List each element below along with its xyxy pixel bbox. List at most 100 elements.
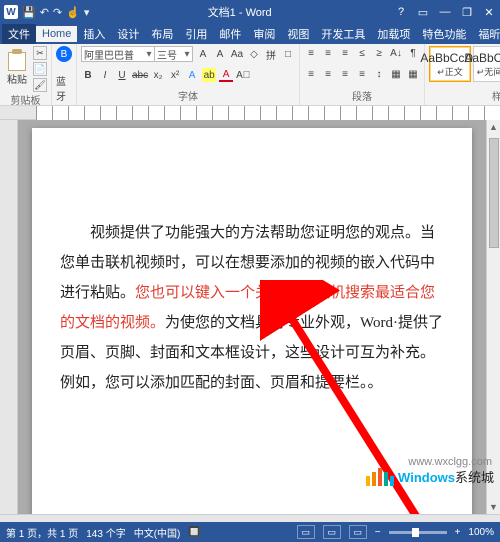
tab-special[interactable]: 特色功能	[416, 24, 472, 44]
tab-developer[interactable]: 开发工具	[315, 24, 371, 44]
close-icon[interactable]: ✕	[478, 6, 500, 19]
tab-insert[interactable]: 插入	[77, 24, 111, 44]
italic-button[interactable]: I	[98, 68, 112, 82]
bullets-button[interactable]: ≡	[304, 46, 318, 60]
bluetooth-label: 蓝牙	[56, 73, 72, 103]
tab-layout[interactable]: 布局	[145, 24, 179, 44]
watermark-text: Windows系统城	[398, 467, 494, 486]
align-center-button[interactable]: ≡	[321, 67, 335, 81]
paste-icon	[8, 52, 26, 71]
line-spacing-button[interactable]: ↕	[372, 67, 386, 81]
status-word-count[interactable]: 143 个字	[86, 525, 125, 540]
watermark-bars-icon	[366, 468, 394, 486]
phonetic-guide-button[interactable]: 拼	[264, 47, 278, 61]
restore-icon[interactable]: ❐	[456, 6, 478, 19]
font-color-button[interactable]: A	[219, 68, 233, 82]
vertical-scrollbar[interactable]: ▲ ▼	[486, 120, 500, 514]
qat-more-icon[interactable]: ▾	[84, 6, 90, 19]
bluetooth-icon[interactable]: B	[56, 46, 72, 62]
status-language[interactable]: 中文(中国)	[134, 525, 181, 540]
scroll-down-icon[interactable]: ▼	[487, 500, 500, 514]
show-marks-button[interactable]: ¶	[406, 46, 420, 60]
numbering-button[interactable]: ≡	[321, 46, 335, 60]
quick-access-toolbar: W 💾 ↶ ↷ ☝ ▾	[0, 5, 89, 19]
redo-icon[interactable]: ↷	[53, 6, 62, 19]
scroll-track[interactable]	[487, 134, 500, 500]
increase-indent-button[interactable]: ≥	[372, 46, 386, 60]
align-right-button[interactable]: ≡	[338, 67, 352, 81]
scroll-thumb[interactable]	[489, 138, 499, 248]
scroll-up-icon[interactable]: ▲	[487, 120, 500, 134]
font-name-combo[interactable]: 阿里巴巴普 ▾ 三号 ▾	[81, 46, 193, 62]
underline-button[interactable]: U	[115, 68, 129, 82]
bold-button[interactable]: B	[81, 68, 95, 82]
enclose-char-button[interactable]: A⃝	[236, 68, 250, 82]
tab-file[interactable]: 文件	[2, 24, 36, 44]
document-paragraph[interactable]: 视频提供了功能强大的方法帮助您证明您的观点。当您单击联机视频时，可以在想要添加的…	[60, 218, 444, 398]
window-title: 文档1 - Word	[89, 4, 390, 20]
group-styles-label: 样式	[429, 88, 500, 103]
view-read-mode-button[interactable]: ▭	[297, 525, 315, 539]
group-styles: AaBbCcDd ↵正文 AaBbCcDd ↵无间隔 AaBl 标题 1 ▾ 样…	[425, 44, 500, 105]
horizontal-scrollbar[interactable]	[0, 514, 500, 522]
align-justify-button[interactable]: ≡	[355, 67, 369, 81]
tab-addins[interactable]: 加载项	[371, 24, 416, 44]
clear-format-button[interactable]: ◇	[247, 47, 261, 61]
shrink-font-button[interactable]: A	[213, 47, 227, 61]
style-name: ↵无间隔	[477, 65, 500, 78]
touch-mode-icon[interactable]: ☝	[66, 6, 80, 19]
view-print-layout-button[interactable]: ▭	[323, 525, 341, 539]
tab-design[interactable]: 设计	[111, 24, 145, 44]
titlebar: W 💾 ↶ ↷ ☝ ▾ 文档1 - Word ? ▭ — ❐ ✕	[0, 0, 500, 24]
zoom-thumb[interactable]	[412, 528, 418, 537]
document-page[interactable]: 视频提供了功能强大的方法帮助您证明您的观点。当您单击联机视频时，可以在想要添加的…	[32, 128, 472, 514]
decrease-indent-button[interactable]: ≤	[355, 46, 369, 60]
highlight-button[interactable]: ab	[202, 68, 216, 82]
format-painter-icon[interactable]: 🖌	[33, 78, 47, 92]
window-controls: ? ▭ — ❐ ✕	[390, 6, 500, 19]
ribbon: 粘贴 ✂ 📄 🖌 剪贴板 B 蓝牙 阿里巴巴普 ▾ 三号 ▾ A A Aa ◇	[0, 44, 500, 106]
change-case-button[interactable]: Aa	[230, 47, 244, 61]
undo-icon[interactable]: ↶	[40, 6, 49, 19]
group-paragraph: ≡ ≡ ≡ ≤ ≥ A↓ ¶ ≡ ≡ ≡ ≡ ↕ ▦ ▦ 段落	[300, 44, 425, 105]
multilevel-list-button[interactable]: ≡	[338, 46, 352, 60]
tab-home[interactable]: Home	[36, 26, 77, 42]
zoom-in-button[interactable]: +	[455, 527, 461, 538]
chevron-down-icon: ▾	[182, 49, 192, 60]
horizontal-ruler[interactable]	[0, 106, 500, 120]
tab-references[interactable]: 引用	[179, 24, 213, 44]
grow-font-button[interactable]: A	[196, 47, 210, 61]
text-effects-button[interactable]: A	[185, 68, 199, 82]
sort-button[interactable]: A↓	[389, 46, 403, 60]
group-bluetooth: B 蓝牙	[52, 44, 77, 105]
zoom-slider[interactable]	[389, 531, 447, 534]
tab-review[interactable]: 审阅	[247, 24, 281, 44]
save-icon[interactable]: 💾	[22, 6, 36, 19]
zoom-level[interactable]: 100%	[468, 527, 494, 538]
group-clipboard-label: 剪贴板	[4, 92, 47, 107]
cut-icon[interactable]: ✂	[33, 46, 47, 60]
align-left-button[interactable]: ≡	[304, 67, 318, 81]
minimize-icon[interactable]: —	[434, 6, 456, 19]
font-size-value: 三号	[154, 47, 182, 62]
shading-button[interactable]: ▦	[389, 67, 403, 81]
vertical-ruler[interactable]	[0, 120, 18, 514]
zoom-out-button[interactable]: −	[375, 527, 381, 538]
tab-view[interactable]: 视图	[281, 24, 315, 44]
tab-foxit-pdf[interactable]: 福昕PDF	[472, 24, 500, 44]
strikethrough-button[interactable]: abc	[132, 68, 148, 82]
view-web-layout-button[interactable]: ▭	[349, 525, 367, 539]
paste-button[interactable]: 粘贴	[4, 52, 30, 86]
borders-button[interactable]: ▦	[406, 67, 420, 81]
group-font-label: 字体	[81, 88, 295, 103]
subscript-button[interactable]: x₂	[151, 68, 165, 82]
status-page[interactable]: 第 1 页，共 1 页	[6, 525, 78, 540]
char-border-button[interactable]: □	[281, 47, 295, 61]
status-track-changes[interactable]: 🔲	[188, 527, 200, 538]
ribbon-options-icon[interactable]: ▭	[412, 6, 434, 19]
tab-mailings[interactable]: 邮件	[213, 24, 247, 44]
help-icon[interactable]: ?	[390, 6, 412, 19]
style-no-spacing[interactable]: AaBbCcDd ↵无间隔	[473, 46, 500, 82]
copy-icon[interactable]: 📄	[33, 62, 47, 76]
superscript-button[interactable]: x²	[168, 68, 182, 82]
